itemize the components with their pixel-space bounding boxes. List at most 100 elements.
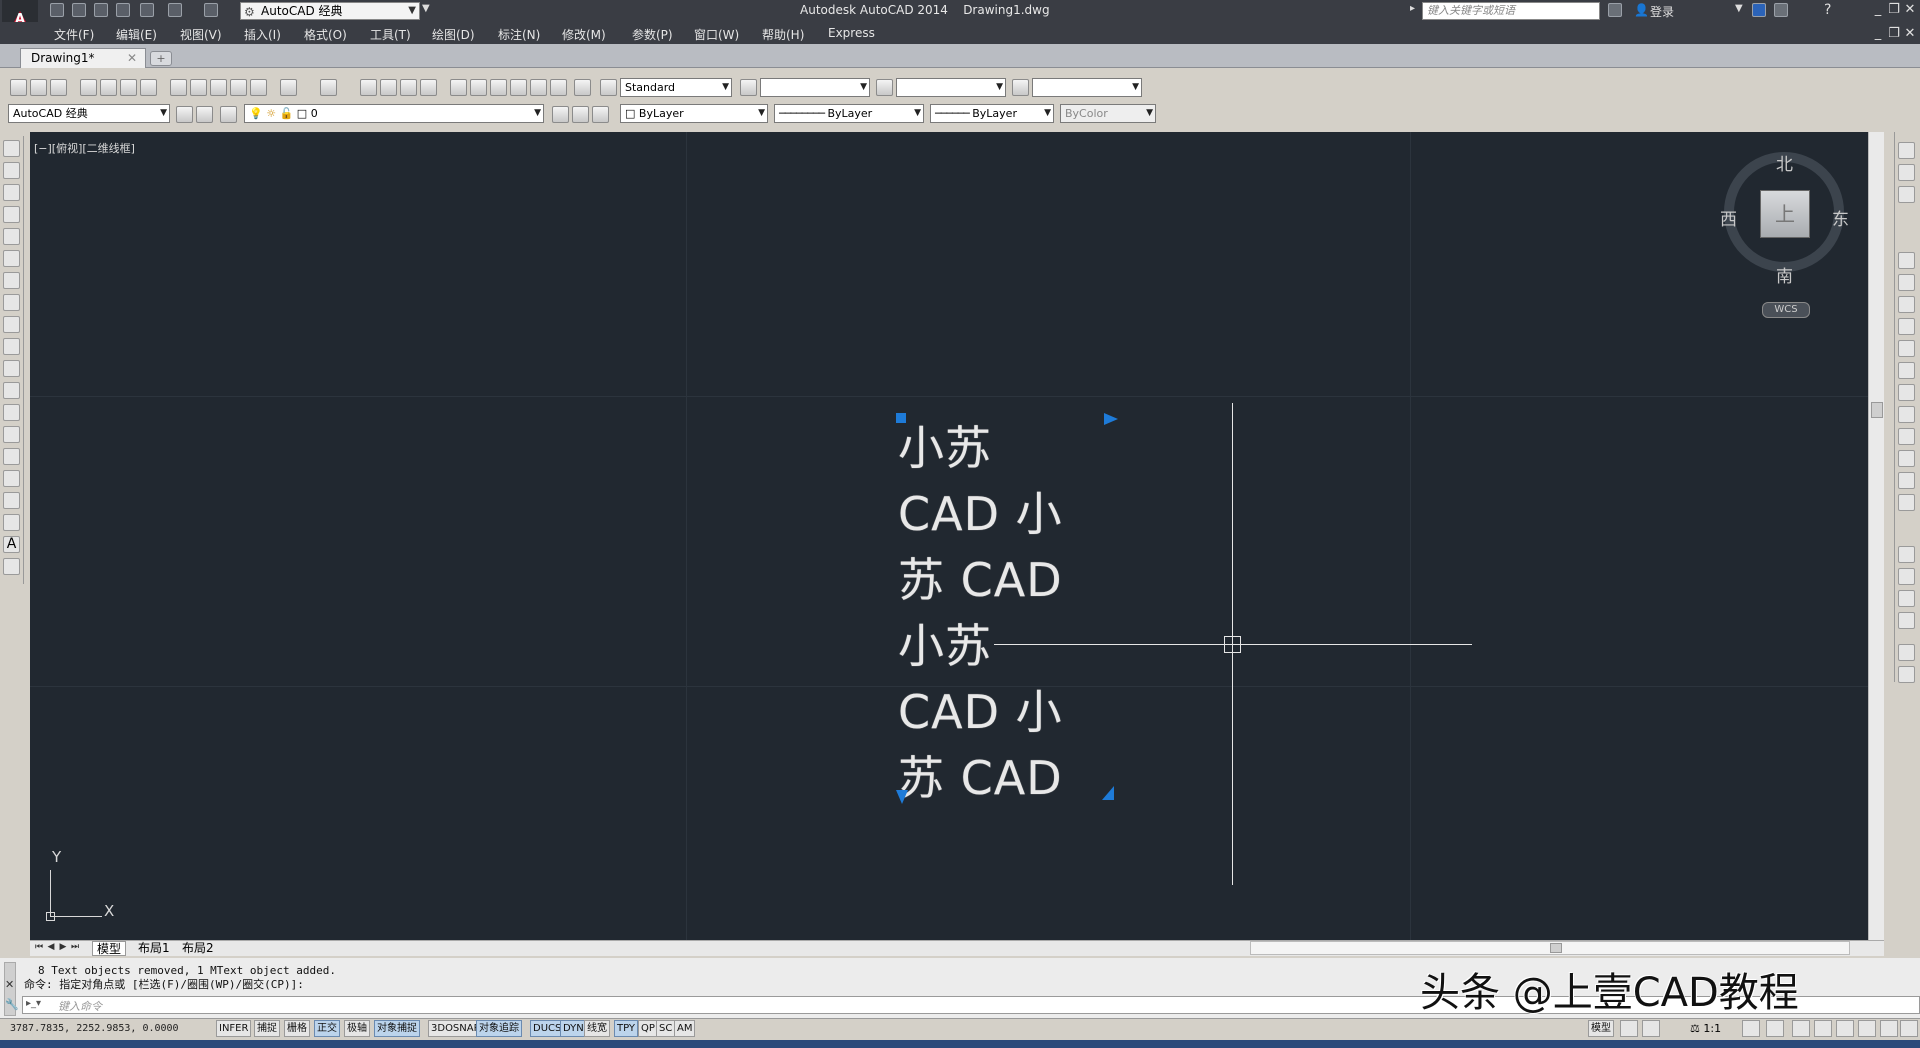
calculator-icon[interactable]: [550, 79, 567, 96]
save-as-icon[interactable]: [116, 3, 130, 17]
search-input[interactable]: 键入关键字或短语: [1422, 2, 1600, 20]
zoom-window-icon[interactable]: [400, 79, 417, 96]
polygon-icon[interactable]: [3, 206, 20, 223]
fillet-icon[interactable]: [1898, 450, 1915, 467]
clean-screen-icon[interactable]: [1900, 1020, 1918, 1037]
mleader-style-icon[interactable]: [1012, 79, 1029, 96]
break-icon[interactable]: [1898, 384, 1915, 401]
menu-parametric[interactable]: 参数(P): [632, 26, 673, 43]
dim-style-icon[interactable]: [740, 79, 757, 96]
mtext-corner-grip[interactable]: [1102, 786, 1114, 800]
match-properties-icon[interactable]: [230, 79, 247, 96]
h-scroll-thumb[interactable]: [1550, 943, 1562, 953]
viewcube-north[interactable]: 北: [1776, 150, 1793, 175]
mtext-grip-square[interactable]: [896, 413, 906, 423]
toggle-otrack[interactable]: 对象追踪: [476, 1020, 522, 1037]
login-link[interactable]: 登录: [1650, 3, 1674, 20]
move-icon[interactable]: [1898, 252, 1915, 269]
viewcube-top-face[interactable]: 上: [1760, 190, 1810, 238]
region-icon[interactable]: [3, 492, 20, 509]
layer-properties-icon[interactable]: [196, 106, 213, 123]
viewcube-west[interactable]: 西: [1720, 205, 1737, 230]
line-icon[interactable]: [3, 140, 20, 157]
workspace-settings-icon[interactable]: [176, 106, 193, 123]
toggle-dyn[interactable]: DYN: [560, 1020, 587, 1037]
command-prompt-icon[interactable]: ▸_▾: [26, 998, 41, 1009]
minimize-button[interactable]: _: [1870, 2, 1886, 17]
stretch-icon[interactable]: [1898, 318, 1915, 335]
menu-help[interactable]: 帮助(H): [762, 26, 804, 43]
restore-button[interactable]: ❐: [1886, 2, 1902, 17]
search-icon[interactable]: [1608, 3, 1622, 17]
menu-express[interactable]: Express: [828, 26, 875, 40]
markup-icon[interactable]: [530, 79, 547, 96]
undo-icon[interactable]: [168, 3, 182, 17]
revcloud-icon[interactable]: [3, 294, 20, 311]
join-icon[interactable]: [1898, 406, 1915, 423]
undo-tb-icon[interactable]: [280, 79, 297, 96]
dim-style-dropdown[interactable]: ▼: [760, 78, 870, 97]
toggle-infer[interactable]: INFER: [216, 1020, 252, 1037]
publish-icon[interactable]: [120, 79, 137, 96]
prev-layout-icon[interactable]: ◀: [46, 941, 56, 953]
polyline-icon[interactable]: [3, 184, 20, 201]
mtext-height-grip[interactable]: [896, 790, 908, 804]
close-button[interactable]: ✕: [1902, 2, 1918, 17]
toggle-ortho[interactable]: 正交: [314, 1020, 340, 1037]
3d-print-icon[interactable]: [140, 79, 157, 96]
auto-scale-icon[interactable]: [1766, 1020, 1784, 1037]
lineweight-dropdown[interactable]: ────── ByLayer ▼: [930, 104, 1054, 123]
toggle-osnap[interactable]: 对象捕捉: [374, 1020, 420, 1037]
print-icon[interactable]: [80, 79, 97, 96]
menu-tools[interactable]: 工具(T): [370, 26, 411, 43]
layer-isolate-icon[interactable]: [592, 106, 609, 123]
workspace-dropdown[interactable]: ⚙ AutoCAD 经典 ▼: [240, 2, 420, 20]
plotstyle-dropdown[interactable]: ByColor ▼: [1060, 104, 1156, 123]
toggle-lineweight[interactable]: 线宽: [584, 1020, 610, 1037]
menu-window[interactable]: 窗口(W): [694, 26, 739, 43]
pan-icon[interactable]: [360, 79, 377, 96]
mleader-style-dropdown[interactable]: ▼: [1032, 78, 1142, 97]
linetype-dropdown[interactable]: ──────── ByLayer ▼: [774, 104, 924, 123]
gradient-icon[interactable]: [3, 470, 20, 487]
scale-icon[interactable]: [1898, 296, 1915, 313]
close-icon[interactable]: ✕: [5, 978, 14, 991]
menu-dimension[interactable]: 标注(N): [498, 26, 540, 43]
layer-state-icon[interactable]: [220, 106, 237, 123]
exchange-icon[interactable]: [1752, 3, 1766, 17]
new-icon[interactable]: [50, 3, 64, 17]
text-style-icon[interactable]: [600, 79, 617, 96]
save-icon[interactable]: [94, 3, 108, 17]
coordinate-readout[interactable]: 3787.7835, 2252.9853, 0.0000: [10, 1023, 179, 1034]
add-selected-icon[interactable]: [3, 558, 20, 575]
explode-icon[interactable]: [1898, 494, 1915, 511]
annotation-visibility-icon[interactable]: [1742, 1020, 1760, 1037]
viewcube-south[interactable]: 南: [1776, 262, 1793, 287]
menu-edit[interactable]: 编辑(E): [116, 26, 157, 43]
tab-layout2[interactable]: 布局2: [178, 941, 218, 956]
hardware-accel-icon[interactable]: [1836, 1020, 1854, 1037]
menu-view[interactable]: 视图(V): [180, 26, 222, 43]
send-back-icon[interactable]: [1898, 590, 1915, 607]
erase-icon[interactable]: [1898, 142, 1915, 159]
qnew-icon[interactable]: [10, 79, 27, 96]
vertical-scrollbar[interactable]: [1868, 132, 1884, 940]
table-icon[interactable]: [3, 514, 20, 531]
lock-ui-icon[interactable]: [1814, 1020, 1832, 1037]
status-menu-icon[interactable]: [1880, 1020, 1898, 1037]
open-file-icon[interactable]: [30, 79, 47, 96]
ellipse-arc-icon[interactable]: [3, 360, 20, 377]
save-file-icon[interactable]: [50, 79, 67, 96]
construction-line-icon[interactable]: [3, 162, 20, 179]
quick-view-drawings-icon[interactable]: [1642, 1020, 1660, 1037]
toggle-qp[interactable]: QP: [638, 1020, 658, 1037]
layer-previous-icon[interactable]: [572, 106, 589, 123]
zoom-realtime-icon[interactable]: [380, 79, 397, 96]
help-icon[interactable]: ?: [1824, 2, 1831, 18]
table-style-dropdown[interactable]: ▼: [896, 78, 1006, 97]
qa-customize-icon[interactable]: ▼: [422, 3, 430, 14]
redo-tb-icon[interactable]: [320, 79, 337, 96]
plot-icon[interactable]: [140, 3, 154, 17]
tab-layout1[interactable]: 布局1: [134, 941, 174, 956]
text-style-dropdown[interactable]: Standard ▼: [620, 78, 732, 97]
